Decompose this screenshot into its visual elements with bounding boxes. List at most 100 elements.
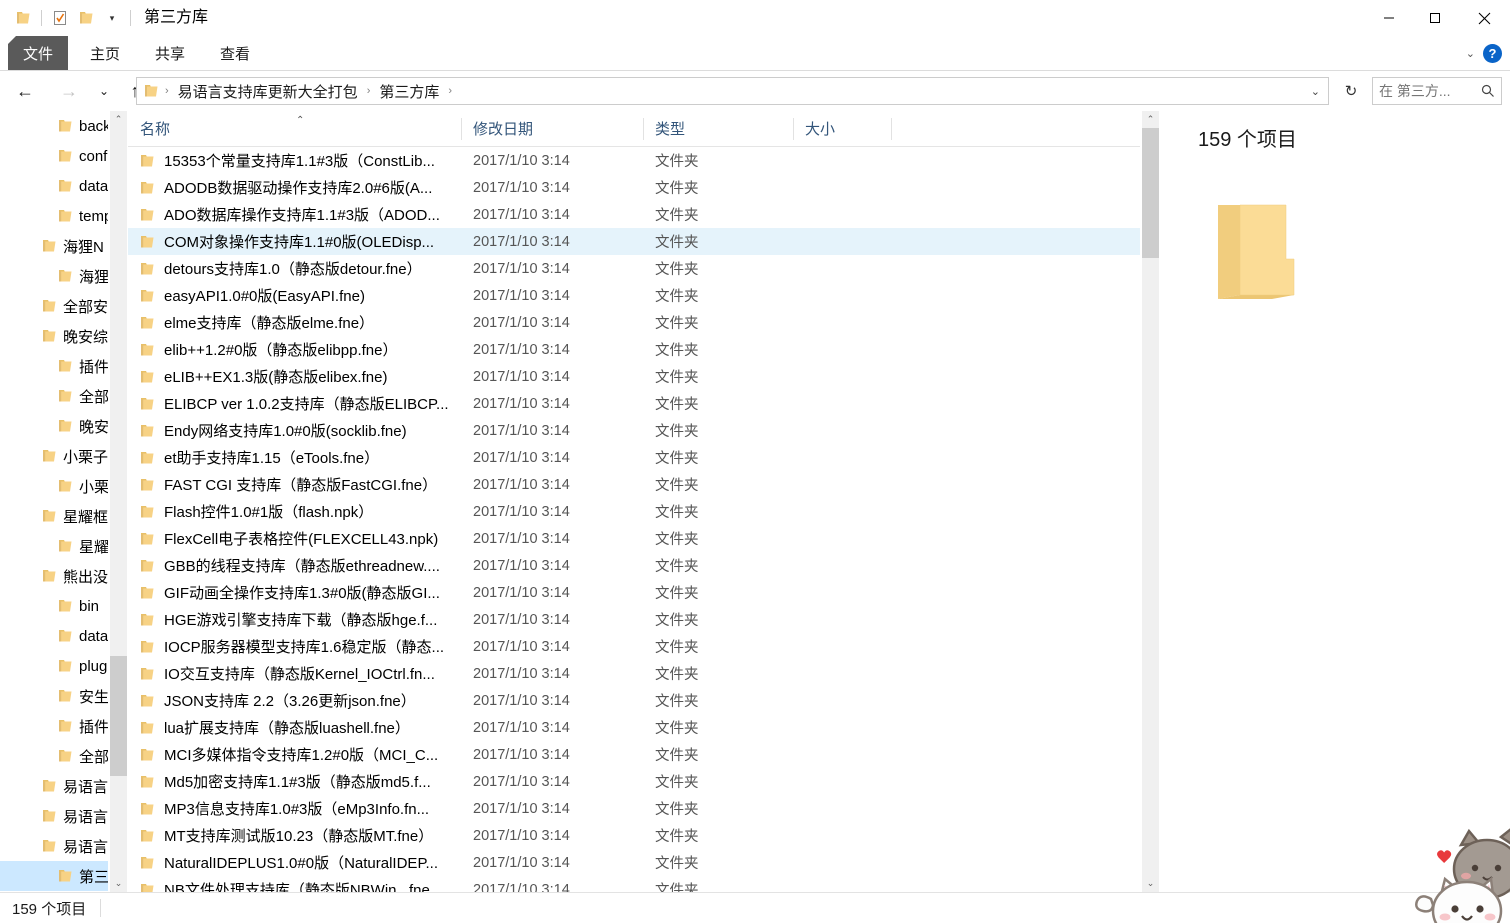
table-row[interactable]: MP3信息支持库1.0#3版（eMp3Info.fn... 2017/1/10 3…	[128, 795, 1140, 822]
sidebar-scrollbar[interactable]: ⌃ ⌄	[110, 111, 127, 892]
sidebar-item-16[interactable]: bin	[0, 591, 108, 621]
minimize-button[interactable]	[1366, 0, 1412, 36]
sidebar-item-13[interactable]: 星耀框	[0, 501, 108, 531]
help-icon[interactable]: ?	[1483, 43, 1502, 63]
table-row[interactable]: elib++1.2#0版（静态版elibpp.fne） 2017/1/10 3:1…	[128, 336, 1140, 363]
table-row[interactable]: FlexCell电子表格控件(FLEXCELL43.npk) 2017/1/10 …	[128, 525, 1140, 552]
sidebar-item-6[interactable]: 全部安	[0, 291, 108, 321]
sidebar-scroll-up-icon[interactable]: ⌃	[110, 111, 127, 128]
table-row[interactable]: Md5加密支持库1.1#3版（静态版md5.f... 2017/1/10 3:14…	[128, 768, 1140, 795]
sidebar-item-14[interactable]: 星耀	[0, 531, 108, 561]
table-row[interactable]: MT支持库测试版10.23（静态版MT.fne） 2017/1/10 3:14 文件…	[128, 822, 1140, 849]
sidebar-item-21[interactable]: 全部	[0, 741, 108, 771]
sidebar-scroll-down-icon[interactable]: ⌄	[110, 875, 127, 892]
recent-locations-button[interactable]: ⌄	[92, 76, 116, 106]
sidebar-item-4[interactable]: 海狸N	[0, 231, 108, 261]
filelist-scroll-down-icon[interactable]: ⌄	[1142, 875, 1159, 892]
table-row[interactable]: IO交互支持库（静态版Kernel_IOCtrl.fn... 2017/1/10 …	[128, 660, 1140, 687]
column-header-type[interactable]: 类型	[643, 111, 793, 146]
table-row[interactable]: Endy网络支持库1.0#0版(socklib.fne) 2017/1/10 3:…	[128, 417, 1140, 444]
sidebar-item-24[interactable]: 易语言	[0, 831, 108, 861]
sidebar-item-11[interactable]: 小栗子	[0, 441, 108, 471]
table-row[interactable]: detours支持库1.0（静态版detour.fne） 2017/1/10 3:…	[128, 255, 1140, 282]
sidebar-item-23[interactable]: 易语言	[0, 801, 108, 831]
table-row[interactable]: NaturalIDEPLUS1.0#0版（NaturalIDEP... 2017/…	[128, 849, 1140, 876]
sidebar-item-5[interactable]: 海狸N	[0, 261, 108, 291]
table-row[interactable]: eLIB++EX1.3版(静态版elibex.fne) 2017/1/10 3:1…	[128, 363, 1140, 390]
refresh-button[interactable]: ↻	[1337, 77, 1365, 105]
search-input[interactable]: 在 第三方...	[1372, 77, 1502, 105]
table-row[interactable]: et助手支持库1.15（eTools.fne） 2017/1/10 3:14 文件夹	[128, 444, 1140, 471]
column-header-name[interactable]: 名称	[128, 111, 461, 146]
breadcrumb[interactable]: › 易语言支持库更新大全打包 › 第三方库 › ⌄	[136, 77, 1329, 105]
qat-properties-icon[interactable]	[47, 5, 73, 31]
breadcrumb-sep-1: ›	[366, 85, 371, 97]
ribbon-collapse-icon[interactable]: ⌄	[1466, 47, 1475, 60]
maximize-button[interactable]	[1412, 0, 1458, 36]
breadcrumb-item-0[interactable]: 易语言支持库更新大全打包	[175, 81, 361, 102]
breadcrumb-sep-2[interactable]: ›	[442, 85, 458, 97]
column-divider-3[interactable]	[793, 118, 794, 140]
tab-file[interactable]: 文件	[8, 36, 68, 70]
qat-new-folder-icon[interactable]	[73, 5, 99, 31]
table-row[interactable]: JSON支持库 2.2（3.26更新json.fne） 2017/1/10 3:1…	[128, 687, 1140, 714]
back-button[interactable]: ←	[10, 76, 40, 106]
sidebar-item-1[interactable]: conf	[0, 141, 108, 171]
column-divider-1[interactable]	[461, 118, 462, 140]
sidebar-item-15[interactable]: 熊出没	[0, 561, 108, 591]
navigation-tree[interactable]: backconfdatatemp海狸N海狸N全部安晚安综插件全部晚安小栗子小栗星…	[0, 111, 108, 892]
sidebar-item-9[interactable]: 全部	[0, 381, 108, 411]
breadcrumb-item-1[interactable]: 第三方库	[376, 81, 442, 102]
sidebar-item-3[interactable]: temp	[0, 201, 108, 231]
sidebar-item-8[interactable]: 插件	[0, 351, 108, 381]
breadcrumb-dropdown-icon[interactable]: ⌄	[1311, 85, 1320, 98]
sidebar-item-25[interactable]: 第三	[0, 861, 108, 891]
sidebar-item-0[interactable]: back	[0, 111, 108, 141]
qat-dropdown-icon[interactable]: ▾	[99, 5, 125, 31]
forward-button[interactable]: →	[54, 76, 84, 106]
table-row[interactable]: easyAPI1.0#0版(EasyAPI.fne) 2017/1/10 3:14…	[128, 282, 1140, 309]
table-row[interactable]: lua扩展支持库（静态版luashell.fne） 2017/1/10 3:14 文…	[128, 714, 1140, 741]
sidebar-item-10[interactable]: 晚安	[0, 411, 108, 441]
tab-0[interactable]: 主页	[80, 36, 130, 70]
file-list-view[interactable]: 名称 ⌃ 修改日期 类型 大小 15353个常量支持库1.1#3版（ConstLib..…	[128, 111, 1140, 892]
close-button[interactable]	[1458, 0, 1510, 36]
sidebar-item-18[interactable]: plug	[0, 651, 108, 681]
column-header-date[interactable]: 修改日期	[461, 111, 643, 146]
sidebar-item-20[interactable]: 插件	[0, 711, 108, 741]
table-row[interactable]: 15353个常量支持库1.1#3版（ConstLib... 2017/1/10 3…	[128, 147, 1140, 174]
sidebar-item-17[interactable]: data	[0, 621, 108, 651]
table-row[interactable]: NB文件处理支持库（静态版NBWin...fne 2017/1/10 3:14 文件…	[128, 876, 1140, 892]
table-row[interactable]: MCI多媒体指令支持库1.2#0版（MCI_C... 2017/1/10 3:14…	[128, 741, 1140, 768]
qat-folder-icon[interactable]	[10, 5, 36, 31]
table-row[interactable]: ADO数据库操作支持库1.1#3版（ADOD... 2017/1/10 3:14 文…	[128, 201, 1140, 228]
table-row[interactable]: Flash控件1.0#1版（flash.npk） 2017/1/10 3:14 文件…	[128, 498, 1140, 525]
tab-1[interactable]: 共享	[145, 36, 195, 70]
table-row[interactable]: HGE游戏引擎支持库下载（静态版hge.f... 2017/1/10 3:14 文件…	[128, 606, 1140, 633]
table-row[interactable]: GIF动画全操作支持库1.3#0版(静态版GI... 2017/1/10 3:14…	[128, 579, 1140, 606]
filelist-scroll-thumb[interactable]	[1142, 128, 1159, 258]
table-row[interactable]: ELIBCP ver 1.0.2支持库（静态版ELIBCP... 2017/1/1…	[128, 390, 1140, 417]
column-divider-2[interactable]	[643, 118, 644, 140]
sidebar-item-7[interactable]: 晚安综	[0, 321, 108, 351]
sidebar-item-12[interactable]: 小栗	[0, 471, 108, 501]
table-row[interactable]: FAST CGI 支持库（静态版FastCGI.fne） 2017/1/10 3:…	[128, 471, 1140, 498]
table-row[interactable]: ADODB数据驱动操作支持库2.0#6版(A... 2017/1/10 3:14 文…	[128, 174, 1140, 201]
table-row[interactable]: IOCP服务器模型支持库1.6稳定版（静态... 2017/1/10 3:14 文件…	[128, 633, 1140, 660]
folder-icon	[58, 269, 73, 283]
table-row[interactable]: elme支持库（静态版elme.fne） 2017/1/10 3:14 文件夹	[128, 309, 1140, 336]
column-header-size[interactable]: 大小	[793, 111, 891, 146]
filelist-scroll-up-icon[interactable]: ⌃	[1142, 111, 1159, 128]
cell-type: 文件夹	[655, 208, 699, 224]
tab-2[interactable]: 查看	[210, 36, 260, 70]
sidebar-item-2[interactable]: data	[0, 171, 108, 201]
sidebar-item-19[interactable]: 安生	[0, 681, 108, 711]
table-row[interactable]: GBB的线程支持库（静态版ethreadnew.... 2017/1/10 3:1…	[128, 552, 1140, 579]
sidebar-scroll-thumb[interactable]	[110, 656, 127, 776]
file-list-scrollbar[interactable]: ⌃ ⌄	[1142, 111, 1159, 892]
column-divider-end[interactable]	[891, 118, 892, 140]
cell-modified-date: 2017/1/10 3:14	[473, 611, 570, 628]
sidebar-item-22[interactable]: 易语言	[0, 771, 108, 801]
table-row[interactable]: COM对象操作支持库1.1#0版(OLEDisp... 2017/1/10 3:1…	[128, 228, 1140, 255]
folder-icon	[58, 659, 73, 673]
